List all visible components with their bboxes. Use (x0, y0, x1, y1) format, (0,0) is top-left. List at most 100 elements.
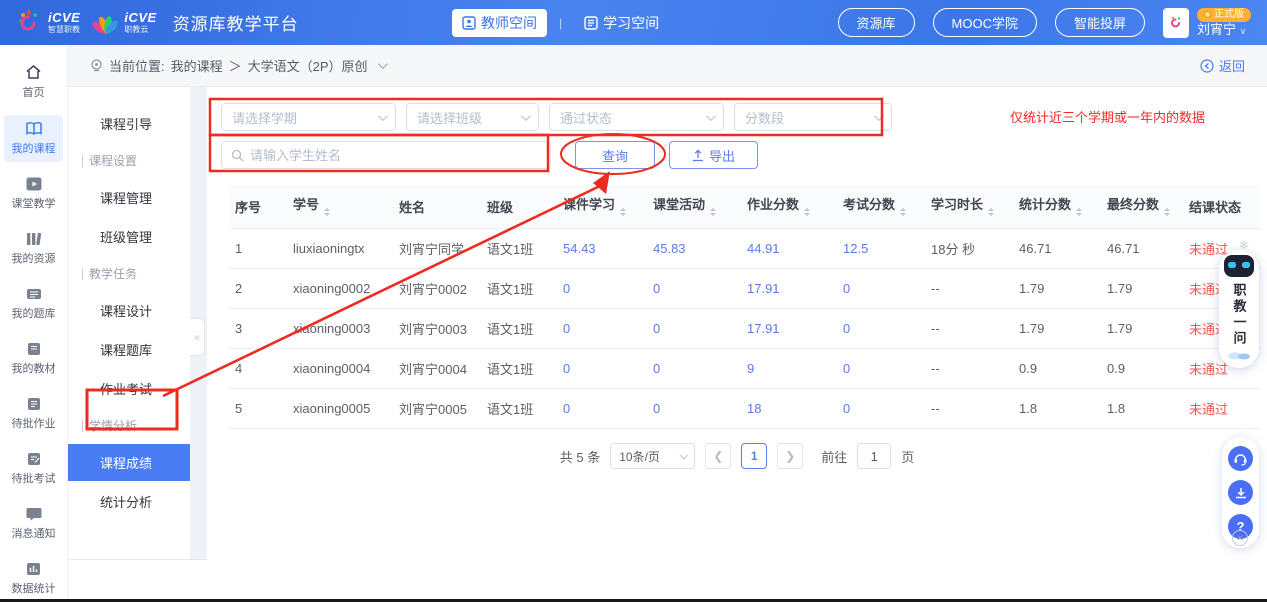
sort-caret-icon[interactable] (1076, 205, 1083, 219)
table-cell[interactable]: 未通过 (1183, 388, 1261, 429)
table-cell[interactable]: 0 (647, 388, 741, 429)
page-1-button[interactable]: 1 (741, 443, 768, 469)
table-cell[interactable]: 0 (557, 308, 647, 349)
download-button[interactable] (1228, 480, 1253, 505)
home-icon (26, 65, 41, 79)
menu-homework-exam[interactable]: 作业考试 (68, 370, 190, 407)
table-cell[interactable]: 0 (647, 308, 741, 349)
customer-service-button[interactable] (1228, 446, 1253, 471)
table-cell[interactable]: 18 (741, 388, 837, 429)
menu-course-guide[interactable]: 课程引导 (68, 105, 190, 142)
table-cell[interactable]: 0 (837, 348, 925, 389)
prev-page-button[interactable]: ❮ (705, 443, 732, 469)
page-size-select[interactable]: 10条/页 (610, 443, 696, 469)
menu-course-grades[interactable]: 课程成绩 (68, 444, 190, 481)
table-cell: 5 (229, 388, 287, 429)
sort-caret-icon[interactable] (900, 205, 907, 219)
table-cell: 3 (229, 308, 287, 349)
student-space-tab[interactable]: 学习空间 (574, 9, 669, 37)
sort-caret-icon[interactable] (710, 205, 717, 219)
table-cell[interactable]: 0 (837, 268, 925, 309)
table-cell[interactable]: 0 (647, 268, 741, 309)
column-header[interactable]: 课堂活动 (647, 185, 741, 229)
rail-item-my-courses[interactable]: 我的课程 (4, 115, 63, 162)
chevron-down-icon[interactable] (377, 59, 388, 70)
column-header[interactable]: 考试分数 (837, 185, 925, 229)
resource-library-button[interactable]: 资源库 (837, 8, 915, 37)
assistant-widget[interactable]: 职教一问 (1219, 250, 1259, 368)
assistant-label: 职教一问 (1231, 283, 1247, 347)
rail-item-message-notice[interactable]: 消息通知 (4, 501, 63, 547)
back-button[interactable]: 返回 (1200, 56, 1245, 75)
chevron-down-icon (377, 110, 388, 121)
table-cell[interactable]: 0 (557, 348, 647, 389)
table-cell: 1.79 (1101, 268, 1183, 309)
table-cell[interactable]: 0 (647, 348, 741, 389)
chevron-down-icon: ∨ (1239, 25, 1247, 36)
teacher-space-tab[interactable]: 教师空间 (452, 8, 547, 37)
table-cell: xiaoning0002 (287, 268, 393, 309)
table-cell[interactable]: 0 (837, 308, 925, 349)
class-select[interactable]: 请选择班级 (406, 103, 539, 131)
export-button[interactable]: 导出 (669, 141, 759, 169)
sort-caret-icon[interactable] (804, 205, 811, 219)
rail-item-home[interactable]: 首页 (4, 58, 63, 106)
search-icon (231, 149, 244, 161)
menu-course-design[interactable]: 课程设计 (68, 292, 190, 329)
semester-select[interactable]: 请选择学期 (221, 103, 396, 131)
student-name-input[interactable] (250, 147, 541, 163)
table-cell[interactable]: 0 (837, 388, 925, 429)
score-range-select[interactable]: 分数段 (734, 103, 892, 131)
user-menu[interactable]: 正式版 刘宵宁 ∨ (1163, 7, 1251, 38)
breadcrumb-prefix: 当前位置: (109, 59, 165, 74)
menu-statistical-analysis[interactable]: 统计分析 (68, 483, 190, 520)
sidebar-collapse-handle[interactable]: « (190, 318, 205, 356)
student-name-searchbox[interactable] (221, 141, 551, 169)
column-header: 姓名 (393, 185, 481, 229)
column-header[interactable]: 作业分数 (741, 185, 837, 229)
table-cell[interactable]: 44.91 (741, 228, 837, 269)
sort-caret-icon[interactable] (1164, 205, 1171, 219)
column-header[interactable]: 学号 (287, 185, 393, 229)
rail-item-data-statistics[interactable]: 数据统计 (4, 556, 63, 602)
menu-class-management[interactable]: 班级管理 (68, 218, 190, 255)
table-cell[interactable]: 12.5 (837, 228, 925, 269)
table-cell[interactable]: 17.91 (741, 308, 837, 349)
table-cell: xiaoning0004 (287, 348, 393, 389)
column-header[interactable]: 课件学习 (557, 185, 647, 229)
rail-item-classroom-teaching[interactable]: 课堂教学 (4, 171, 63, 217)
username: 刘宵宁 ∨ (1197, 21, 1247, 37)
table-cell[interactable]: 0 (557, 388, 647, 429)
sort-caret-icon[interactable] (324, 205, 331, 219)
rail-item-pending-homework[interactable]: 待批作业 (4, 391, 63, 437)
table-cell: 46.71 (1013, 228, 1101, 269)
query-button[interactable]: 查询 (575, 141, 656, 169)
table-cell: 0.9 (1101, 348, 1183, 389)
goto-page-input[interactable] (857, 443, 892, 469)
table-cell[interactable]: 17.91 (741, 268, 837, 309)
column-header[interactable]: 最终分数 (1101, 185, 1183, 229)
mooc-college-button[interactable]: MOOC学院 (932, 8, 1037, 37)
close-toolbar-icon[interactable]: ✕ (1232, 530, 1248, 546)
breadcrumb-parent-link[interactable]: 我的课程 (171, 56, 223, 75)
open-book-icon (25, 122, 42, 135)
rail-item-my-question-bank[interactable]: 我的题库 (4, 281, 63, 327)
smart-cast-button[interactable]: 智能投屏 (1054, 8, 1145, 37)
sort-caret-icon[interactable] (988, 205, 995, 219)
menu-course-management[interactable]: 课程管理 (68, 179, 190, 216)
table-cell[interactable]: 9 (741, 348, 837, 389)
sort-caret-icon[interactable] (620, 205, 627, 219)
next-page-button[interactable]: ❯ (777, 443, 804, 469)
table-cell[interactable]: 45.83 (647, 228, 741, 269)
rail-item-pending-exams[interactable]: 待批考试 (4, 446, 63, 492)
table-cell[interactable]: 54.43 (557, 228, 647, 269)
pass-status-select[interactable]: 通过状态 (549, 103, 724, 131)
back-arrow-icon (1200, 58, 1214, 73)
table-cell[interactable]: 0 (557, 268, 647, 309)
column-header: 班级 (481, 185, 557, 229)
rail-item-my-resources[interactable]: 我的资源 (4, 226, 63, 272)
rail-item-my-textbooks[interactable]: 我的教材 (4, 336, 63, 382)
column-header[interactable]: 统计分数 (1013, 185, 1101, 229)
column-header[interactable]: 学习时长 (925, 185, 1013, 229)
menu-course-question-bank[interactable]: 课程题库 (68, 331, 190, 368)
